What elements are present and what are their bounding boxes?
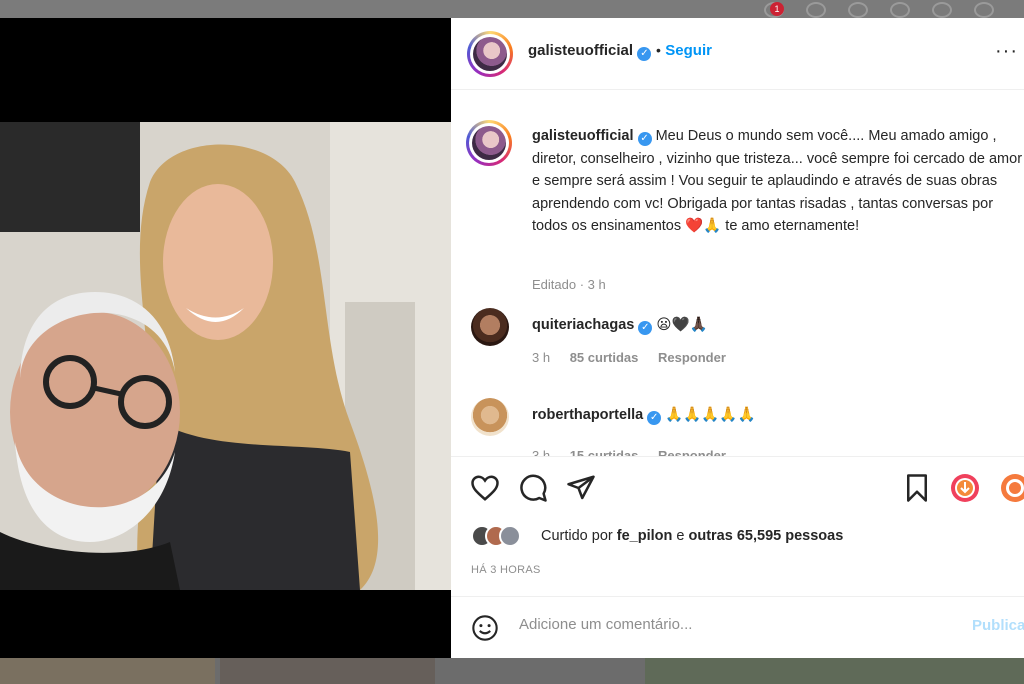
post-timestamp: HÁ 3 HORAS <box>471 564 541 576</box>
background-thumbnail <box>0 656 215 684</box>
comment-likes[interactable]: 15 curtidas <box>570 448 639 456</box>
post-media[interactable] <box>0 18 451 658</box>
caption-text-end: te amo eternamente! <box>725 218 860 234</box>
comment-text: 😦🖤🙏🏿 <box>656 317 708 333</box>
separator-dot: • <box>655 42 661 58</box>
author-avatar[interactable] <box>467 31 513 77</box>
post-header: galisteuofficial ✓ • Seguir ··· <box>451 18 1024 90</box>
comment-meta: 3 h 15 curtidas Responder <box>532 448 726 456</box>
bookmark-icon[interactable] <box>902 473 932 503</box>
extension-icon[interactable] <box>1000 473 1024 503</box>
background-thumbnail <box>220 656 435 684</box>
verified-icon: ✓ <box>637 47 652 61</box>
new-post-icon <box>848 2 868 18</box>
comment-text: 🙏🙏🙏🙏🙏 <box>665 407 756 423</box>
verified-icon: ✓ <box>637 132 652 146</box>
add-comment-bar: Publicar <box>451 596 1024 658</box>
liked-user[interactable]: fe_pilon <box>617 528 673 544</box>
comment-username[interactable]: quiteriachagas <box>532 317 634 333</box>
liked-conj: e <box>676 528 685 544</box>
comment-input[interactable] <box>519 616 939 633</box>
activity-icon <box>932 2 952 18</box>
post-actions: Curtido por fe_pilon e outras 65,595 pes… <box>451 456 1024 596</box>
caption-meta: Editado · 3 h <box>532 277 606 292</box>
publish-button[interactable]: Publicar <box>972 617 1024 634</box>
caption-text-block: galisteuofficial ✓ Meu Deus o mundo sem v… <box>532 125 1024 238</box>
author-info: galisteuofficial ✓ • Seguir <box>528 42 712 61</box>
comment-username[interactable]: roberthaportella <box>532 407 643 423</box>
post-photo <box>0 122 451 590</box>
heart-icon[interactable] <box>470 473 500 503</box>
explore-icon <box>890 2 910 18</box>
profile-icon <box>974 2 994 18</box>
share-icon[interactable] <box>566 473 596 503</box>
follow-button[interactable]: Seguir <box>665 42 712 59</box>
caption-username[interactable]: galisteuofficial <box>532 128 634 144</box>
liker-avatar[interactable] <box>499 525 521 547</box>
author-username[interactable]: galisteuofficial <box>528 42 633 59</box>
comments-list[interactable]: galisteuofficial ✓ Meu Deus o mundo sem v… <box>451 90 1024 456</box>
caption-avatar[interactable] <box>466 120 512 166</box>
comment-time: 3 h <box>532 448 551 456</box>
reply-button[interactable]: Responder <box>658 448 726 456</box>
comment-avatar[interactable] <box>471 308 509 346</box>
post-side-panel: galisteuofficial ✓ • Seguir ··· galisteu… <box>451 18 1024 658</box>
verified-icon: ✓ <box>647 411 662 425</box>
liked-text: Curtido por fe_pilon e outras 65,595 pes… <box>541 528 843 544</box>
comment-icon[interactable] <box>518 473 548 503</box>
liked-others[interactable]: outras 65,595 pessoas <box>689 528 844 544</box>
reply-button[interactable]: Responder <box>658 350 726 365</box>
comment-text-line: roberthaportella ✓ 🙏🙏🙏🙏🙏 <box>532 406 756 425</box>
verified-icon: ✓ <box>638 321 653 335</box>
notification-badge: 1 <box>770 2 784 16</box>
comment-likes[interactable]: 85 curtidas <box>570 350 639 365</box>
download-icon[interactable] <box>950 473 980 503</box>
background-thumbnail <box>645 656 1024 684</box>
comment-avatar[interactable] <box>471 398 509 436</box>
background-topbar-icons <box>764 2 994 18</box>
comment-meta: 3 h 85 curtidas Responder <box>532 350 726 365</box>
caption-emoji: ❤️🙏 <box>685 218 722 234</box>
comment-time: 3 h <box>532 350 551 365</box>
comment-text-line: quiteriachagas ✓ 😦🖤🙏🏿 <box>532 316 708 335</box>
emoji-icon[interactable] <box>471 614 499 642</box>
liked-prefix: Curtido por <box>541 528 613 544</box>
more-options-icon[interactable]: ··· <box>995 40 1018 63</box>
messenger-icon <box>806 2 826 18</box>
